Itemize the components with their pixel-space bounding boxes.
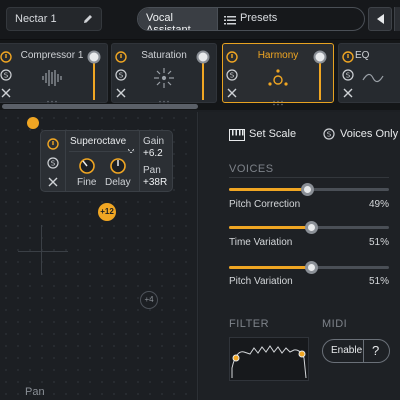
pan-label: Pan: [143, 165, 161, 176]
drag-handle-icon[interactable]: [158, 93, 170, 106]
voice-node-plus-12[interactable]: +12: [98, 203, 116, 221]
compressor-waveform-icon: [40, 66, 64, 90]
fine-label: Fine: [77, 177, 97, 188]
fine-knob[interactable]: [78, 157, 96, 175]
list-icon: [224, 13, 236, 25]
solo-icon[interactable]: S: [342, 68, 354, 81]
solo-icon[interactable]: S: [226, 68, 238, 81]
harmony-voices-icon: [266, 66, 290, 90]
voices-section-header: VOICES: [229, 163, 274, 175]
filter-section-header: FILTER: [229, 318, 270, 330]
svg-text:S: S: [119, 72, 124, 80]
svg-text:S: S: [4, 72, 9, 80]
module-saturation[interactable]: S Saturation: [111, 43, 217, 106]
vocal-assistant-label: Vocal Assistant: [146, 12, 191, 31]
vocal-assistant-button[interactable]: Vocal Assistant: [138, 8, 218, 30]
midi-section-header: MIDI: [322, 318, 348, 330]
module-compressor-1[interactable]: S Compressor 1: [0, 43, 108, 106]
lead-voice-dot[interactable]: [27, 117, 39, 129]
midi-enable-button[interactable]: Enable: [322, 339, 364, 363]
voice-node-plus-4[interactable]: +4: [140, 291, 158, 309]
module-mix-slider[interactable]: [87, 50, 101, 100]
module-mix-slider[interactable]: [313, 50, 327, 100]
power-icon[interactable]: [47, 137, 59, 150]
pitch-correction-value: 49%: [368, 199, 389, 210]
triangle-left-icon: [377, 14, 384, 24]
presets-button[interactable]: Presets: [218, 8, 364, 30]
set-scale-button[interactable]: Set Scale: [249, 128, 296, 140]
pitch-correction-slider[interactable]: [229, 183, 389, 196]
midi-help-button[interactable]: ?: [364, 339, 390, 363]
module-chain: S Compressor 1 S Saturation S Harmony S …: [0, 40, 400, 110]
svg-text:S: S: [327, 131, 332, 139]
slider-fill: [229, 226, 311, 229]
module-eq[interactable]: S EQ: [338, 43, 400, 103]
time-variation-value: 51%: [368, 237, 389, 248]
assistant-presets-toggle: Vocal Assistant Presets: [137, 7, 365, 31]
solo-icon[interactable]: S: [0, 68, 12, 81]
voice-type-dropdown[interactable]: Superoctave: [70, 136, 126, 147]
power-icon[interactable]: [342, 50, 354, 63]
divider: [69, 151, 135, 152]
presets-label: Presets: [240, 12, 278, 24]
close-icon[interactable]: [115, 86, 127, 98]
solo-icon[interactable]: S: [323, 127, 335, 140]
slider-fill: [229, 188, 308, 191]
next-preset-button[interactable]: [394, 7, 400, 31]
drag-handle-icon[interactable]: [272, 93, 284, 106]
slider-thumb[interactable]: [304, 221, 318, 234]
time-variation-label: Time Variation: [229, 237, 293, 248]
drag-handle-icon[interactable]: [46, 93, 58, 106]
divider: [229, 177, 389, 178]
close-icon[interactable]: [226, 86, 238, 98]
delay-label: Delay: [105, 177, 131, 188]
module-mix-slider[interactable]: [196, 50, 210, 100]
voice-settings-card: S Superoctave Fine Delay Gain +6.2 Pan +…: [40, 130, 173, 192]
eq-icon: [361, 66, 385, 90]
slider-fill: [229, 266, 311, 269]
time-variation-slider[interactable]: [229, 221, 389, 234]
enable-label: Enable: [331, 345, 363, 356]
voices-only-button[interactable]: Voices Only: [340, 128, 398, 140]
pitch-variation-value: 51%: [368, 276, 389, 287]
help-label: ?: [372, 343, 380, 358]
slider-thumb[interactable]: [304, 261, 318, 274]
pencil-icon[interactable]: [81, 12, 95, 26]
chevron-down-icon[interactable]: [127, 140, 135, 154]
crosshair-vertical: [41, 225, 42, 275]
close-icon[interactable]: [0, 86, 12, 98]
saturation-burst-icon: [152, 66, 176, 90]
module-scrollbar[interactable]: [2, 104, 198, 109]
svg-text:S: S: [230, 72, 235, 80]
gain-label: Gain: [143, 136, 165, 147]
pan-value[interactable]: +38R: [143, 177, 167, 188]
gain-value[interactable]: +6.2: [143, 148, 163, 159]
piano-keys-icon[interactable]: [229, 128, 245, 141]
preset-name-field[interactable]: Nectar 1: [6, 7, 102, 31]
pan-axis-label: Pan: [25, 386, 45, 398]
close-icon[interactable]: [47, 175, 59, 187]
divider: [65, 131, 66, 191]
divider: [139, 131, 140, 191]
crosshair-horizontal: [18, 251, 68, 252]
solo-icon[interactable]: S: [115, 68, 127, 81]
pitch-variation-slider[interactable]: [229, 261, 389, 274]
pitch-correction-label: Pitch Correction: [229, 199, 301, 210]
svg-text:S: S: [51, 160, 56, 168]
module-harmony[interactable]: S Harmony: [222, 43, 334, 106]
pitch-variation-label: Pitch Variation: [229, 276, 293, 287]
module-title: EQ: [355, 50, 370, 61]
svg-text:S: S: [346, 72, 351, 80]
solo-icon[interactable]: S: [47, 156, 59, 169]
previous-preset-button[interactable]: [368, 7, 392, 31]
delay-knob[interactable]: [109, 157, 127, 175]
preset-name: Nectar 1: [15, 13, 57, 25]
close-icon[interactable]: [342, 86, 354, 98]
filter-curve-display[interactable]: [229, 337, 309, 381]
